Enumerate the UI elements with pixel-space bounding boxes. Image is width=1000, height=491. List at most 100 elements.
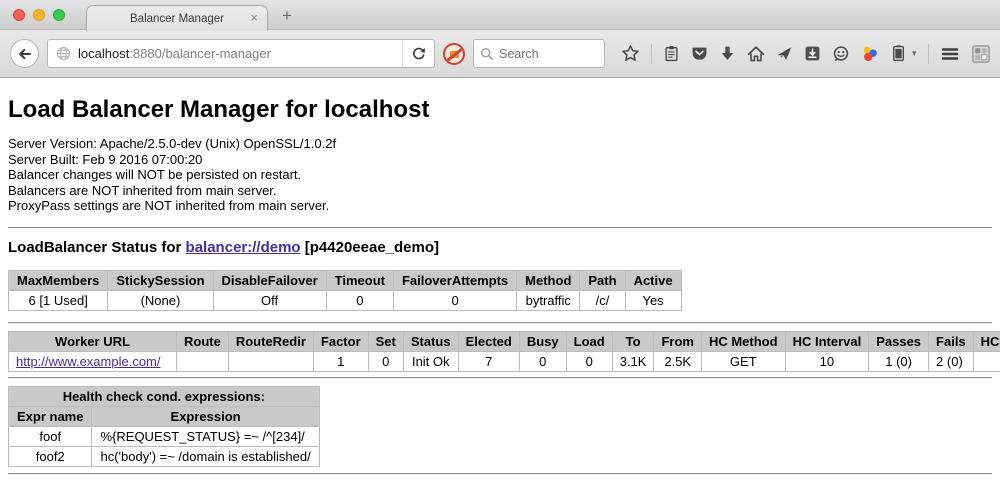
col-method: Method bbox=[517, 270, 580, 290]
plugin-blocked-icon[interactable] bbox=[443, 43, 465, 65]
col-fails: Fails bbox=[929, 331, 974, 351]
balancers-inherit-line: Balancers are NOT inherited from main se… bbox=[8, 183, 992, 199]
clipboard-button[interactable] bbox=[663, 45, 680, 62]
worker-url-link[interactable]: http://www.example.com/ bbox=[16, 354, 161, 369]
bookmark-star-button[interactable] bbox=[621, 44, 640, 63]
window-titlebar: Balancer Manager × + bbox=[0, 0, 1000, 30]
page-title: Load Balancer Manager for localhost bbox=[8, 78, 992, 124]
col-expression: Expression bbox=[92, 406, 319, 426]
col-passes: Passes bbox=[869, 331, 929, 351]
balancer-demo-link[interactable]: balancer://demo bbox=[186, 239, 301, 256]
page-content: Load Balancer Manager for localhost Serv… bbox=[0, 78, 1000, 491]
worker-status-table: Worker URL Route RouteRedir Factor Set S… bbox=[8, 331, 1000, 372]
back-arrow-icon bbox=[17, 46, 33, 62]
stickysession-value: (None) bbox=[108, 290, 213, 310]
new-tab-button[interactable]: + bbox=[282, 6, 292, 26]
expression-value: %{REQUEST_STATUS} =~ /^[234]/ bbox=[92, 426, 319, 446]
tab-title: Balancer Manager bbox=[130, 13, 224, 25]
expr-name-value: foof2 bbox=[9, 446, 92, 466]
col-to: To bbox=[612, 331, 654, 351]
send-button[interactable] bbox=[776, 45, 793, 62]
expression-value: hc('body') =~ /domain is established/ bbox=[92, 446, 319, 466]
colored-dots-icon bbox=[861, 45, 879, 63]
col-hc-method: HC Method bbox=[701, 331, 785, 351]
route-value bbox=[177, 351, 229, 371]
active-value: Yes bbox=[625, 290, 681, 310]
loadbalancer-status-heading: LoadBalancer Status for balancer://demo … bbox=[8, 239, 992, 256]
expr-name-value: foof bbox=[9, 426, 92, 446]
col-busy: Busy bbox=[519, 331, 566, 351]
failoverattempts-value: 0 bbox=[393, 290, 516, 310]
save-to-device-button[interactable] bbox=[804, 45, 821, 62]
reload-icon bbox=[411, 46, 427, 62]
toolbar-separator bbox=[928, 44, 929, 64]
routeredir-value bbox=[228, 351, 313, 371]
navigation-toolbar: localhost:8880/balancer-manager bbox=[0, 30, 1000, 78]
elected-value: 7 bbox=[458, 351, 519, 371]
address-bar[interactable]: localhost:8880/balancer-manager bbox=[47, 39, 435, 68]
smiley-chat-icon bbox=[832, 45, 850, 63]
table-header-row: Expr name Expression bbox=[9, 406, 320, 426]
search-bar[interactable] bbox=[473, 39, 605, 68]
window-controls bbox=[13, 9, 65, 21]
col-worker-url: Worker URL bbox=[9, 331, 177, 351]
table-header-row: MaxMembers StickySession DisableFailover… bbox=[9, 270, 682, 290]
status-value: Init Ok bbox=[403, 351, 458, 371]
reload-button[interactable] bbox=[402, 40, 434, 67]
home-button[interactable] bbox=[747, 45, 765, 63]
factor-value: 1 bbox=[313, 351, 368, 371]
col-routeredir: RouteRedir bbox=[228, 331, 313, 351]
table-row: http://www.example.com/ 1 0 Init Ok 7 0 … bbox=[9, 351, 1000, 371]
passes-value: 1 (0) bbox=[869, 351, 929, 371]
pocket-icon bbox=[691, 45, 708, 62]
url-text[interactable]: localhost:8880/balancer-manager bbox=[78, 46, 402, 61]
downloads-button[interactable] bbox=[719, 45, 736, 62]
col-set: Set bbox=[368, 331, 403, 351]
from-value: 2.5K bbox=[654, 351, 702, 371]
url-domain: localhost bbox=[78, 46, 129, 61]
globe-icon bbox=[56, 46, 71, 61]
table-title-row: Health check cond. expressions: bbox=[9, 386, 320, 406]
save-square-icon bbox=[804, 45, 821, 62]
tab-close-icon[interactable]: × bbox=[250, 10, 258, 25]
col-hc-uri: HC uri bbox=[973, 331, 1000, 351]
path-value: /c/ bbox=[580, 290, 625, 310]
device-battery-button[interactable] bbox=[890, 45, 907, 62]
col-factor: Factor bbox=[313, 331, 368, 351]
col-hc-interval: HC Interval bbox=[785, 331, 869, 351]
section-divider bbox=[8, 227, 992, 229]
colored-dots-button[interactable] bbox=[861, 45, 879, 63]
hc-method-value: GET bbox=[701, 351, 785, 371]
send-plane-icon bbox=[776, 45, 793, 62]
search-input[interactable] bbox=[499, 47, 591, 61]
pocket-button[interactable] bbox=[691, 45, 708, 62]
col-load: Load bbox=[566, 331, 612, 351]
method-value: bytraffic bbox=[517, 290, 580, 310]
tab-groups-button[interactable] bbox=[971, 44, 991, 64]
proxypass-inherit-line: ProxyPass settings are NOT inherited fro… bbox=[8, 198, 992, 214]
balancer-settings-table: MaxMembers StickySession DisableFailover… bbox=[8, 270, 682, 311]
url-path: :8880/balancer-manager bbox=[129, 46, 271, 61]
server-version-line: Server Version: Apache/2.5.0-dev (Unix) … bbox=[8, 136, 992, 152]
disablefailover-value: Off bbox=[213, 290, 326, 310]
minimize-window-button[interactable] bbox=[33, 9, 45, 21]
star-icon bbox=[621, 44, 640, 63]
zoom-window-button[interactable] bbox=[53, 9, 65, 21]
search-icon bbox=[480, 47, 494, 61]
health-table-title: Health check cond. expressions: bbox=[9, 386, 320, 406]
timeout-value: 0 bbox=[326, 290, 393, 310]
overflow-caret-icon[interactable]: ▾ bbox=[912, 48, 917, 59]
forum-button[interactable] bbox=[832, 45, 850, 63]
hc-uri-value bbox=[973, 351, 1000, 371]
table-row: foof2 hc('body') =~ /domain is establish… bbox=[9, 446, 320, 466]
to-value: 3.1K bbox=[612, 351, 654, 371]
col-active: Active bbox=[625, 270, 681, 290]
toolbar-buttons: ▾ bbox=[621, 44, 991, 64]
browser-tab[interactable]: Balancer Manager × bbox=[86, 5, 268, 31]
close-window-button[interactable] bbox=[13, 9, 25, 21]
menu-button[interactable] bbox=[940, 44, 960, 64]
col-route: Route bbox=[177, 331, 229, 351]
server-info: Server Version: Apache/2.5.0-dev (Unix) … bbox=[8, 136, 992, 214]
back-button[interactable] bbox=[10, 39, 39, 68]
section-divider bbox=[8, 322, 992, 324]
